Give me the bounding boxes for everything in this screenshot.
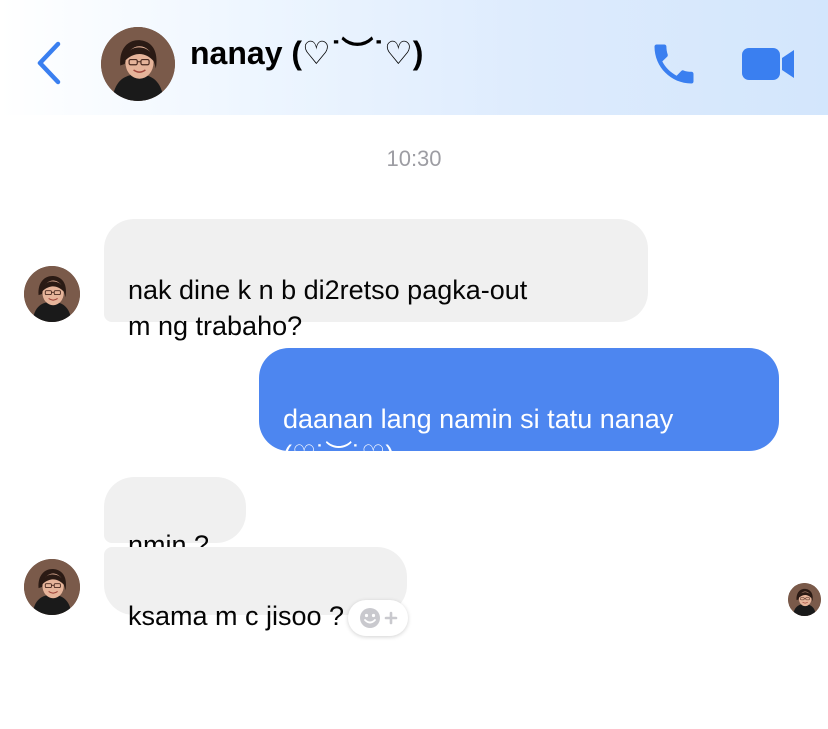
outgoing-message-bubble[interactable]: daanan lang namin si tatu nanay (♡˙︶˙♡) [259, 348, 779, 470]
message-text: daanan lang namin si tatu nanay (♡˙︶˙♡) [283, 404, 674, 470]
message-text: ksama m c jisoo ? [128, 601, 345, 631]
contact-name[interactable]: nanay (♡˙︶˙♡) [190, 28, 423, 74]
contact-avatar[interactable] [101, 27, 175, 101]
smiley-plus-icon [348, 600, 408, 636]
message-timestamp: 10:30 [386, 146, 442, 171]
incoming-message-bubble[interactable]: nak dine k n b di2retso pagka-out m ng t… [104, 219, 648, 341]
chat-header: nanay (♡˙︶˙♡) [0, 0, 828, 115]
message-text: nak dine k n b di2retso pagka-out m ng t… [128, 275, 528, 341]
chevron-left-icon [30, 38, 70, 88]
contact-avatar-small[interactable] [24, 559, 80, 615]
incoming-message-bubble[interactable]: nmin ? [104, 477, 246, 560]
add-reaction-button[interactable] [348, 600, 408, 636]
contact-avatar-small[interactable] [24, 266, 80, 322]
back-button[interactable] [30, 38, 70, 88]
video-call-button[interactable] [740, 44, 798, 84]
audio-call-button[interactable] [648, 38, 700, 90]
read-receipt-avatar [788, 583, 821, 616]
video-camera-icon [740, 44, 798, 84]
phone-icon [648, 38, 700, 90]
